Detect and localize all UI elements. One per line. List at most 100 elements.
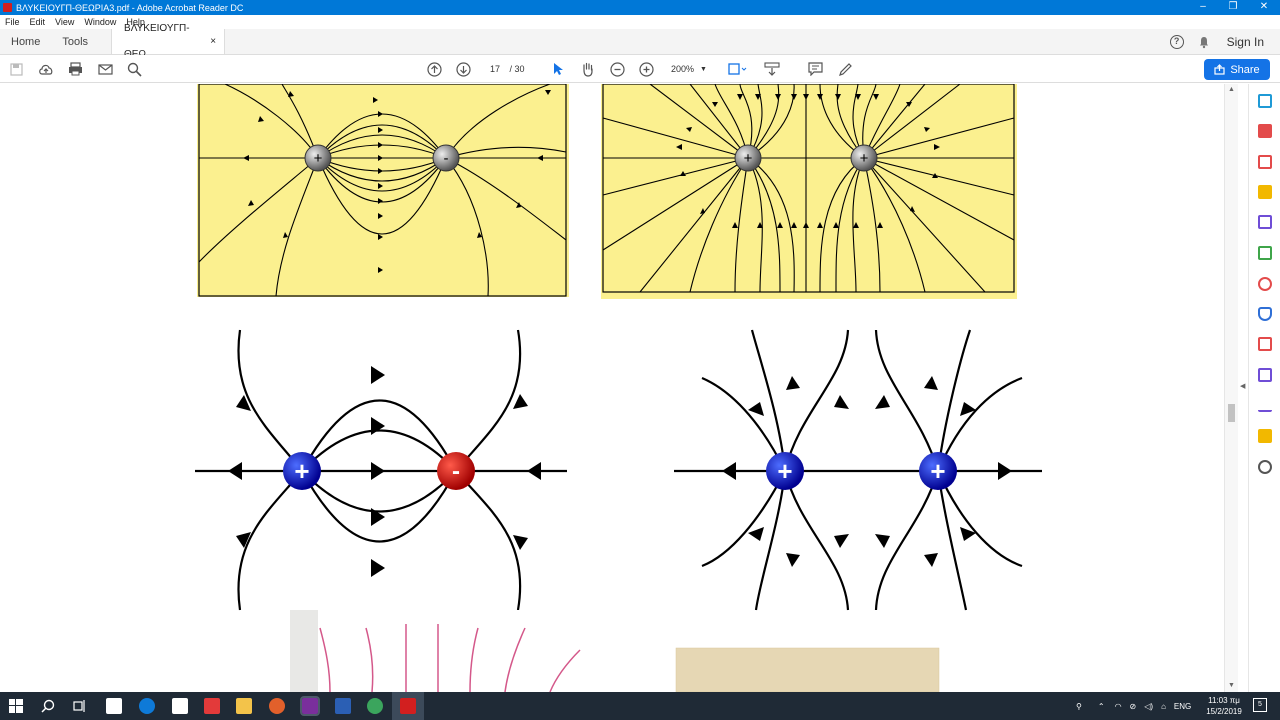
menu-view[interactable]: View [55, 17, 74, 27]
document-view[interactable]: + - + + + - + + [0, 84, 1224, 692]
clock[interactable]: 11:03 πμ 15/2/2019 [1200, 695, 1248, 717]
fill-sign-icon[interactable] [1258, 368, 1272, 382]
title-bar: ΒΛΥΚΕΙΟΥΓΠ-ΘΕΩΡΙΑ3.pdf - Adobe Acrobat R… [0, 0, 1280, 15]
windows-start-icon[interactable] [9, 699, 23, 713]
acrobat-taskbar-icon [400, 698, 416, 714]
scroll-down-icon[interactable]: ▼ [1228, 682, 1235, 689]
combine-files-icon[interactable] [1258, 215, 1272, 229]
certificates-icon[interactable] [1258, 398, 1272, 412]
pen-icon[interactable] [836, 55, 854, 83]
gift-app-icon[interactable] [204, 698, 220, 714]
minimize-button[interactable]: – [1187, 0, 1219, 15]
search-taskbar-icon[interactable] [41, 699, 55, 713]
scroll-thumb[interactable] [1228, 404, 1235, 422]
tab-bar: Home Tools ΒΛΥΚΕΙΟΥΓΠ-ΘΕΩ... × ? Sign In [0, 23, 1280, 60]
email-icon[interactable] [96, 55, 114, 83]
edit-pdf-icon[interactable] [1258, 155, 1272, 169]
windows-taskbar: ⚲ ⌃ ◠ ⊘ ◁) ⌂ ENG 11:03 πμ 15/2/2019 5 [0, 692, 1280, 720]
menu-edit[interactable]: Edit [30, 17, 46, 27]
task-view-icon[interactable] [73, 699, 87, 713]
create-pdf-icon[interactable] [1258, 124, 1272, 138]
send-review-icon[interactable] [1258, 429, 1272, 443]
print-icon[interactable] [66, 55, 84, 83]
iron-filings-photo [675, 647, 940, 692]
acrobat-app-icon [3, 3, 12, 12]
charge-plus-label: + [860, 150, 869, 167]
help-icon[interactable]: ? [1169, 35, 1184, 49]
charge-minus-label: - [444, 150, 449, 167]
app-6-icon[interactable] [269, 698, 285, 714]
volume-icon[interactable]: ◁) [1144, 702, 1153, 711]
charge-minus-label: - [452, 458, 460, 485]
tools-pane [1248, 84, 1280, 692]
share-icon [1214, 64, 1225, 75]
magnet-field-photo [290, 610, 590, 692]
charge-plus-label: + [930, 456, 945, 486]
search-icon[interactable] [125, 55, 143, 83]
edge-browser-icon[interactable] [139, 698, 155, 714]
close-window-button[interactable]: ✕ [1248, 0, 1280, 15]
fit-page-icon[interactable] [726, 55, 748, 83]
scroll-up-icon[interactable]: ▲ [1228, 86, 1235, 93]
sign-in-link[interactable]: Sign In [1227, 35, 1264, 49]
menu-window[interactable]: Window [84, 17, 116, 27]
notification-center-icon[interactable]: 5 [1253, 698, 1267, 712]
like-charges-yellow-figure: + + [601, 84, 1017, 299]
organize-pages-icon[interactable] [1258, 246, 1272, 260]
previous-page-icon[interactable] [426, 55, 442, 83]
network-icon[interactable]: ⌂ [1161, 702, 1166, 711]
next-page-icon[interactable] [455, 55, 471, 83]
close-tab-icon[interactable]: × [210, 29, 216, 55]
vertical-scrollbar[interactable]: ▲ ▼ [1224, 84, 1238, 692]
tab-tools[interactable]: Tools [51, 29, 99, 54]
cloud-upload-icon[interactable] [37, 55, 55, 83]
show-hidden-icons-icon[interactable]: ⌃ [1098, 702, 1105, 711]
tab-document[interactable]: ΒΛΥΚΕΙΟΥΓΠ-ΘΕΩ... × [111, 23, 226, 60]
wifi-icon[interactable]: ◠ [1115, 702, 1122, 711]
select-tool-icon[interactable] [551, 55, 565, 83]
charge-plus-label: + [777, 456, 792, 486]
scroll-mode-icon[interactable] [763, 55, 781, 83]
menu-file[interactable]: File [5, 17, 20, 27]
zoom-out-icon[interactable] [609, 55, 625, 83]
people-icon[interactable]: ⚲ [1076, 702, 1082, 711]
share-button[interactable]: Share [1204, 59, 1270, 80]
bell-icon[interactable] [1197, 35, 1211, 49]
zoom-in-icon[interactable] [638, 55, 654, 83]
file-explorer-icon[interactable] [236, 698, 252, 714]
right-pane-toggle[interactable]: ◀ [1238, 84, 1248, 692]
chrome-icon[interactable] [367, 698, 383, 714]
acrobat-active-highlight[interactable] [392, 692, 424, 720]
maximize-button[interactable]: ❐ [1217, 0, 1249, 15]
clock-date: 15/2/2019 [1206, 707, 1242, 716]
zoom-value: 200% [671, 64, 695, 74]
onenote-icon[interactable] [300, 696, 320, 716]
collapse-arrow-icon: ◀ [1240, 383, 1246, 390]
window-title: ΒΛΥΚΕΙΟΥΓΠ-ΘΕΩΡΙΑ3.pdf - Adobe Acrobat R… [16, 2, 244, 13]
charge-plus-label: + [294, 456, 309, 486]
export-pdf-icon[interactable] [1258, 94, 1272, 108]
save-icon[interactable] [8, 55, 24, 83]
field-lines-figures: + - + + + - + + [195, 84, 1042, 692]
comment-icon[interactable] [806, 55, 824, 83]
charge-plus-label: + [744, 150, 753, 167]
page-number-input[interactable]: 17 [484, 55, 506, 83]
mail-app-icon[interactable] [106, 698, 122, 714]
redact-icon[interactable] [1258, 277, 1272, 291]
link-icon[interactable]: ⊘ [1130, 702, 1137, 711]
tab-home[interactable]: Home [0, 29, 51, 54]
store-app-icon[interactable] [172, 698, 188, 714]
hand-tool-icon[interactable] [580, 55, 596, 83]
compress-pdf-icon[interactable] [1258, 337, 1272, 351]
language-indicator[interactable]: ENG [1174, 702, 1191, 711]
dipole-yellow-figure: + - [197, 84, 569, 297]
system-tray: ⚲ ⌃ ◠ ⊘ ◁) ⌂ ENG [1076, 692, 1191, 720]
clock-time: 11:03 πμ [1208, 696, 1240, 705]
zoom-select[interactable]: 200% ▼ [666, 55, 712, 83]
page-total: / 30 [509, 64, 525, 74]
comment-tool-icon[interactable] [1258, 185, 1272, 199]
word-icon[interactable] [335, 698, 351, 714]
more-tools-icon[interactable] [1258, 460, 1272, 474]
protect-icon[interactable] [1258, 307, 1272, 321]
share-label: Share [1230, 63, 1260, 76]
